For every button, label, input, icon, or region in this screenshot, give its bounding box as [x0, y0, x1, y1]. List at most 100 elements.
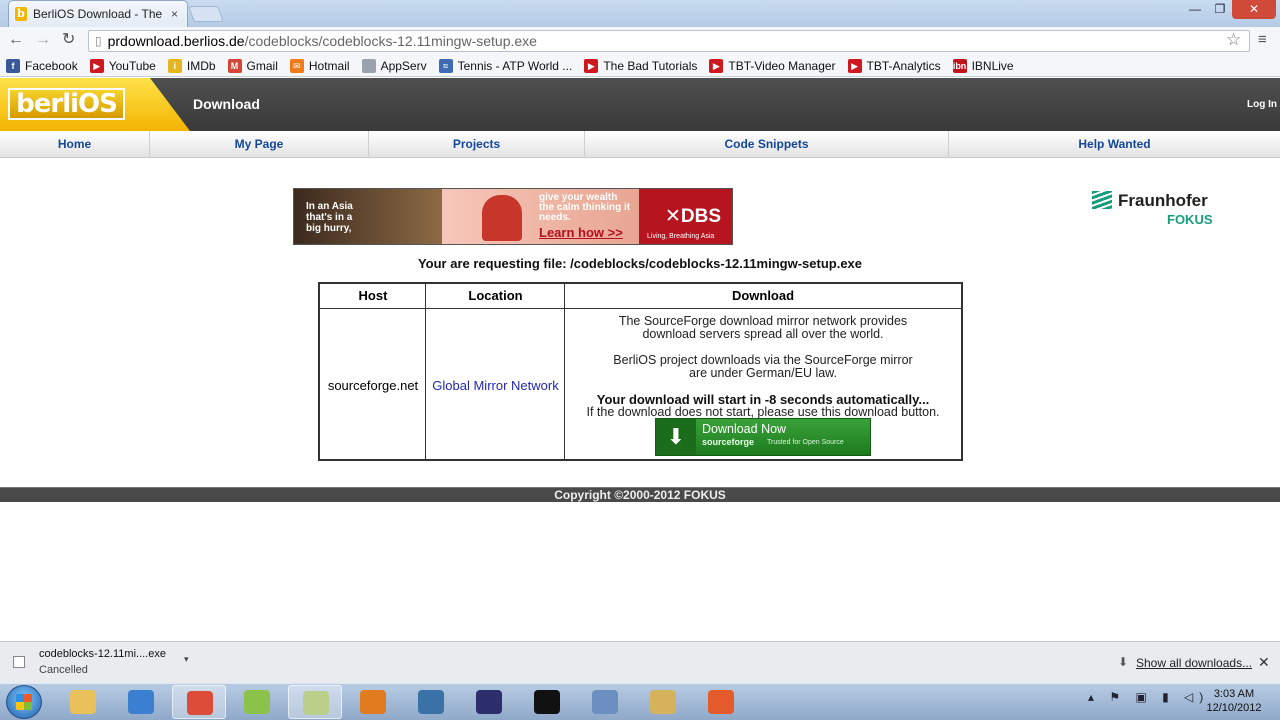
- show-all-downloads-link[interactable]: Show all downloads...: [1136, 656, 1252, 670]
- header-download: Download: [565, 284, 961, 309]
- new-tab-button[interactable]: [188, 6, 224, 22]
- ad-middle-text: give your wealth the calm thinking it ne…: [539, 192, 631, 223]
- bookmark-hotmail[interactable]: ✉ Hotmail: [289, 58, 350, 73]
- bookmark-label: IBNLive: [971, 58, 1014, 73]
- host-cell: sourceforge.net: [327, 378, 419, 393]
- nav-help-wanted[interactable]: Help Wanted: [949, 131, 1280, 158]
- nav-projects[interactable]: Projects: [369, 131, 585, 158]
- download-table: Host Location Download sourceforge.net G…: [318, 282, 963, 461]
- location-link[interactable]: Global Mirror Network: [426, 378, 565, 393]
- bookmark-tbt-analytics[interactable]: ▶ TBT-Analytics: [847, 58, 941, 73]
- taskbar-app-notepadpp[interactable]: [230, 685, 284, 719]
- ad-brand-panel: ✕DBS Living, Breathing Asia: [639, 189, 732, 244]
- ad-learn-link[interactable]: Learn how >>: [539, 225, 623, 240]
- bookmark-facebook[interactable]: f Facebook: [6, 58, 78, 73]
- ibnlive-icon: ibn: [952, 58, 967, 73]
- footer-copyright: Copyright ©2000-2012 FOKUS: [0, 487, 1280, 502]
- minimize-button[interactable]: —: [1182, 0, 1208, 19]
- bookmark-label: AppServ: [380, 58, 427, 73]
- fraunhofer-mark-icon: [1092, 191, 1112, 209]
- bookmark-youtube[interactable]: ▶ YouTube: [89, 58, 156, 73]
- imdb-icon: i: [167, 58, 182, 73]
- bookmark-ibnlive[interactable]: ibn IBNLive: [952, 58, 1014, 73]
- download-button-label: Download Now: [702, 422, 787, 436]
- sourceforge-tagline: Trusted for Open Source: [767, 439, 844, 446]
- bookmark-label: IMDb: [186, 58, 216, 73]
- login-link[interactable]: Log In: [1247, 99, 1277, 110]
- taskbar-app-python[interactable]: [404, 685, 458, 719]
- law-info-line2: are under German/EU law.: [689, 366, 837, 380]
- bookmark-label: Tennis - ATP World ...: [457, 58, 573, 73]
- ad-banner[interactable]: In an Asia that's in a big hurry, give y…: [293, 188, 733, 245]
- request-line: Your are requesting file: /codeblocks/co…: [417, 256, 863, 271]
- download-status: Cancelled: [39, 664, 88, 676]
- meditation-figure: [482, 195, 522, 241]
- ad-middle-panel: give your wealth the calm thinking it ne…: [442, 189, 639, 244]
- close-window-button[interactable]: ✕: [1232, 0, 1276, 19]
- download-item[interactable]: codeblocks-12.11mi....exe Cancelled ▾: [6, 646, 194, 678]
- taskbar-app-tools[interactable]: [636, 685, 690, 719]
- youtube-icon: ▶: [584, 58, 599, 73]
- maximize-button[interactable]: ❐: [1208, 0, 1232, 19]
- taskbar-app-database[interactable]: [578, 685, 632, 719]
- ad-tagline: Living, Breathing Asia: [647, 233, 715, 240]
- address-bar[interactable]: ▯ prdownload.berlios.de/codeblocks/codeb…: [88, 30, 1250, 52]
- bookmark-star-icon[interactable]: ☆: [1226, 30, 1241, 50]
- database-icon: [592, 690, 618, 714]
- taskbar-app-itunes[interactable]: [114, 685, 168, 719]
- column-divider: [425, 284, 426, 459]
- bookmark-label: YouTube: [108, 58, 156, 73]
- forward-arrow-icon[interactable]: →: [35, 31, 51, 49]
- taskbar-app-winlogo[interactable]: [694, 685, 748, 719]
- bookmark-label: Hotmail: [308, 58, 350, 73]
- youtube-icon: ▶: [89, 58, 104, 73]
- bookmark-gmail[interactable]: M Gmail: [227, 58, 278, 73]
- app-icon: [303, 691, 329, 715]
- reload-icon[interactable]: ↻: [62, 31, 75, 49]
- sponsor-name: Fraunhofer: [1118, 191, 1208, 210]
- bookmark-tbt-video-manager[interactable]: ▶ TBT-Video Manager: [709, 58, 836, 73]
- bookmark-tennis-atp-world[interactable]: ≈ Tennis - ATP World ...: [438, 58, 573, 73]
- chevron-down-icon[interactable]: ▾: [184, 654, 189, 665]
- chrome-menu-icon[interactable]: ≡: [1258, 31, 1267, 48]
- bookmark-label: TBT-Analytics: [866, 58, 941, 73]
- browser-tab[interactable]: b BerliOS Download - The O ×: [8, 0, 188, 27]
- clock-time: 3:03 AM: [1213, 688, 1255, 700]
- dbs-logo: ✕DBS: [665, 206, 722, 227]
- header-divider: [320, 308, 961, 309]
- fraunhofer-logo[interactable]: Fraunhofer FOKUS: [1092, 189, 1217, 229]
- start-button[interactable]: [6, 685, 42, 719]
- tools-icon: [650, 690, 676, 714]
- tab-close-icon[interactable]: ×: [171, 7, 178, 21]
- bookmark-imdb[interactable]: i IMDb: [167, 58, 216, 73]
- taskbar-clock[interactable]: 3:03 AM 12/10/2012: [1198, 687, 1270, 715]
- gmail-icon: M: [227, 58, 242, 73]
- site-header: [0, 78, 1280, 131]
- back-arrow-icon[interactable]: ←: [8, 31, 24, 49]
- nav-code-snippets[interactable]: Code Snippets: [585, 131, 949, 158]
- download-arrow-icon: ⬇: [1118, 655, 1129, 669]
- word-icon: [360, 690, 386, 714]
- taskbar-app-app[interactable]: [288, 685, 342, 719]
- taskbar-app-eclipse[interactable]: [462, 685, 516, 719]
- system-tray[interactable]: ▴ ⚑ ▣ ▮ ◁): [1088, 690, 1209, 704]
- close-shelf-icon[interactable]: ✕: [1258, 654, 1270, 671]
- download-now-button[interactable]: ⬇ Download Now sourceforge Trusted for O…: [655, 418, 871, 456]
- download-filename: codeblocks-12.11mi....exe: [39, 648, 166, 660]
- hotmail-icon: ✉: [289, 58, 304, 73]
- taskbar-app-explorer[interactable]: [56, 685, 110, 719]
- bookmark-label: Gmail: [246, 58, 278, 73]
- nav-my-page[interactable]: My Page: [150, 131, 369, 158]
- sourceforge-brand: sourceforge: [702, 437, 755, 447]
- bookmark-the-bad-tutorials[interactable]: ▶ The Bad Tutorials: [584, 58, 697, 73]
- taskbar-app-word[interactable]: [346, 685, 400, 719]
- ad-left-text: In an Asia that's in a big hurry,: [306, 201, 353, 234]
- nav-home[interactable]: Home: [0, 131, 150, 158]
- section-title: Download: [193, 96, 260, 112]
- taskbar-app-chrome[interactable]: [172, 685, 226, 719]
- taskbar-app-cmd[interactable]: [520, 685, 574, 719]
- berlios-favicon-icon: b: [15, 7, 27, 21]
- bookmark-label: TBT-Video Manager: [728, 58, 836, 73]
- berlios-logo[interactable]: berliOS: [8, 88, 125, 120]
- bookmark-appserv[interactable]: AppServ: [361, 58, 427, 73]
